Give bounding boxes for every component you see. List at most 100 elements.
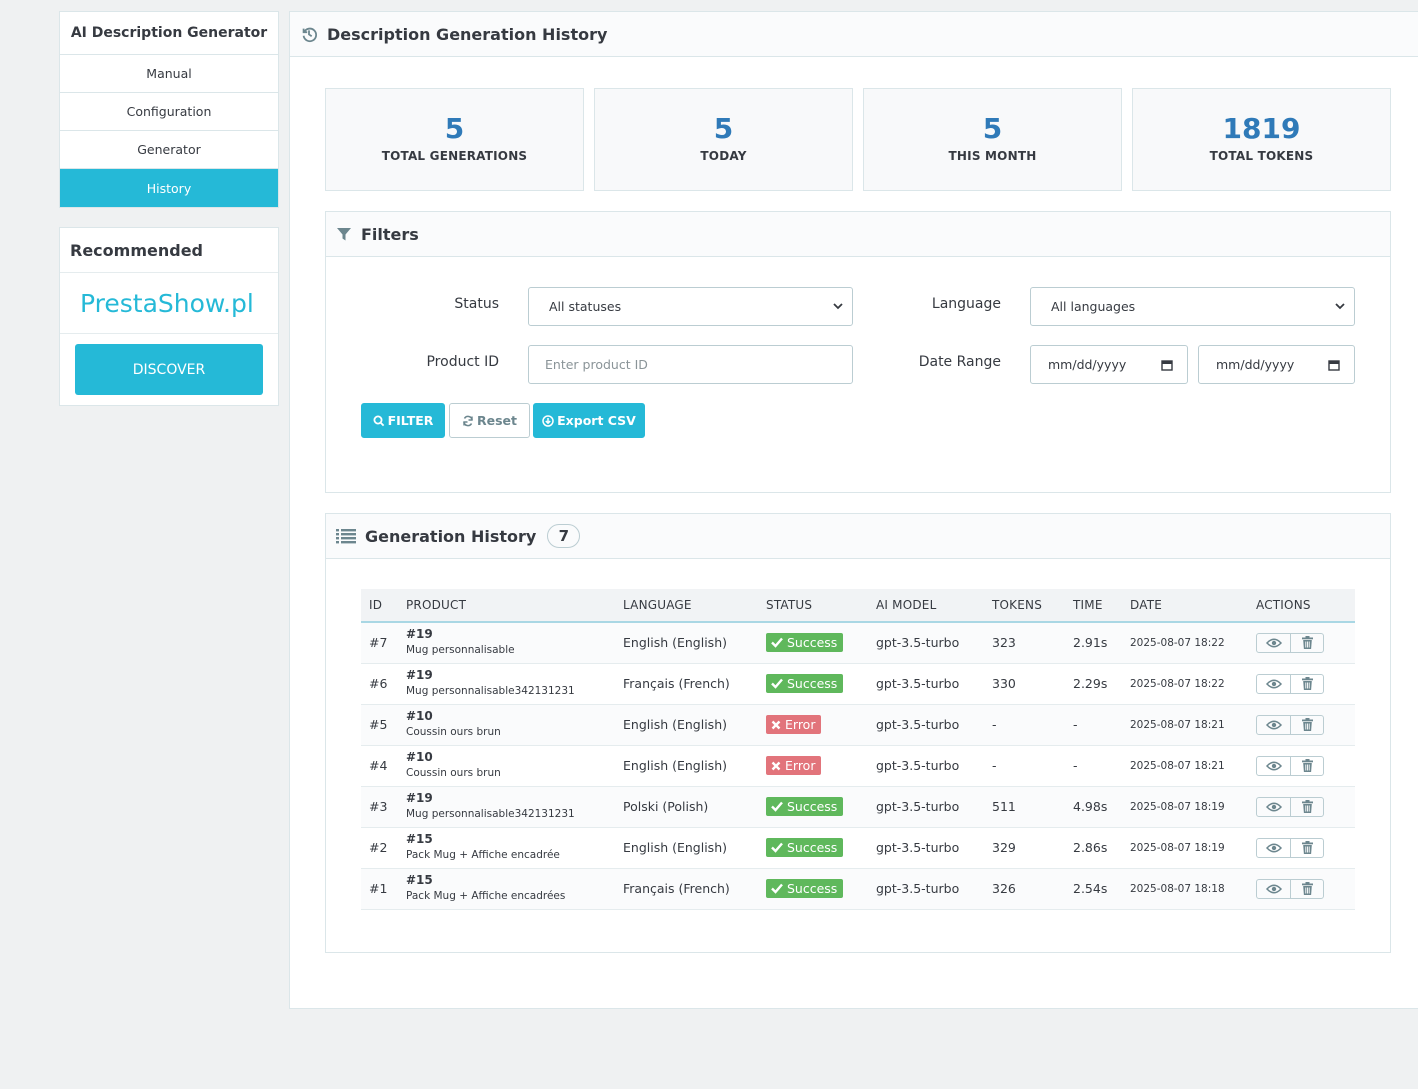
cell-status: Success [758,663,868,705]
menu-item-label: Manual [146,66,192,81]
date-to-input[interactable]: mm/dd/yyyy [1198,345,1355,384]
menu-item-configuration[interactable]: Configuration [60,93,278,131]
list-icon [336,529,356,544]
cell-product: #15 Pack Mug + Affiche encadrée [398,827,615,869]
cell-id: #6 [361,663,398,705]
status-select[interactable]: All statuses [528,287,853,326]
product-id-input[interactable]: Enter product ID [528,345,853,384]
cell-model: gpt-3.5-turbo [868,786,984,828]
status-text: Success [787,799,838,814]
check-icon [771,883,783,894]
calendar-icon[interactable] [1161,359,1173,371]
stat-this-month: 5 THIS MONTH [863,88,1122,191]
table-row: #2 #15 Pack Mug + Affiche encadrée Engli… [361,827,1355,869]
delete-button[interactable] [1290,797,1323,816]
status-label: Status [454,296,499,312]
cell-actions [1248,868,1355,910]
product-id: #19 [406,627,433,642]
view-button[interactable] [1257,634,1290,652]
view-button[interactable] [1257,716,1290,734]
table-row: #6 #19 Mug personnalisable342131231 Fran… [361,663,1355,705]
search-icon [373,415,384,426]
menu-item-label: Generator [137,142,201,157]
stat-today: 5 TODAY [594,88,853,191]
stat-label: THIS MONTH [948,149,1037,163]
export-csv-button[interactable]: Export CSV [533,403,645,438]
eye-icon [1265,679,1282,688]
history-title: Generation History [365,526,537,546]
menu-item-generator[interactable]: Generator [60,131,278,169]
trash-icon [1301,677,1313,690]
row-actions [1256,878,1324,899]
column-header[interactable]: TOKENS [984,589,1065,623]
delete-button[interactable] [1290,674,1323,693]
cell-tokens: 511 [984,786,1065,828]
view-button[interactable] [1257,839,1290,857]
cell-product: #10 Coussin ours brun [398,704,615,746]
product-name: Pack Mug + Affiche encadrée [406,849,560,861]
delete-button[interactable] [1290,756,1323,775]
row-actions [1256,714,1324,735]
brand-logo[interactable]: PrestaShow.pl [60,273,278,334]
trash-icon [1301,841,1313,854]
cell-date: 2025-08-07 18:21 [1122,704,1248,746]
trash-icon [1301,800,1313,813]
calendar-icon[interactable] [1328,359,1340,371]
cell-status: Error [758,745,868,787]
filter-button[interactable]: FILTER [361,403,445,438]
menu-item-manual[interactable]: Manual [60,55,278,93]
cell-id: #4 [361,745,398,787]
row-actions [1256,796,1324,817]
cell-date: 2025-08-07 18:19 [1122,827,1248,869]
reset-button[interactable]: Reset [449,403,530,438]
menu-item-history[interactable]: History [60,169,278,207]
status-text: Success [787,676,838,691]
view-button[interactable] [1257,757,1290,775]
delete-button[interactable] [1290,879,1323,898]
eye-icon [1265,802,1282,811]
column-header[interactable]: AI MODEL [868,589,984,623]
column-header[interactable]: STATUS [758,589,868,623]
funnel-icon [337,228,351,241]
view-button[interactable] [1257,880,1290,898]
product-name: Mug personnalisable342131231 [406,685,575,697]
cell-time: - [1065,745,1122,787]
eye-icon [1265,720,1282,729]
status-badge: Success [766,879,844,898]
history-icon [302,27,317,43]
cell-language: Polski (Polish) [615,786,758,828]
column-header[interactable]: TIME [1065,589,1122,623]
status-badge: Error [766,715,822,734]
delete-button[interactable] [1290,838,1323,857]
cell-product: #19 Mug personnalisable [398,622,615,664]
language-select[interactable]: All languages [1030,287,1355,326]
eye-icon [1265,761,1282,770]
column-header[interactable]: DATE [1122,589,1248,623]
discover-button[interactable]: DISCOVER [75,344,263,395]
status-badge: Success [766,633,844,653]
view-button[interactable] [1257,798,1290,816]
history-header: Generation History 7 [326,514,1390,559]
filters-panel: Filters Status All statuses Language All… [325,211,1391,493]
column-header[interactable]: PRODUCT [398,589,615,623]
date-from-input[interactable]: mm/dd/yyyy [1030,345,1188,384]
product-name: Mug personnalisable342131231 [406,808,575,820]
row-actions [1256,837,1324,858]
column-header[interactable]: ID [361,589,398,623]
delete-button[interactable] [1290,715,1323,734]
cell-language: Français (French) [615,663,758,705]
status-select-value: All statuses [549,299,622,314]
status-badge: Error [766,756,822,775]
status-text: Success [787,881,838,896]
delete-button[interactable] [1290,633,1323,652]
cell-tokens: - [984,704,1065,746]
cell-time: 2.91s [1065,622,1122,664]
status-badge: Success [766,674,844,693]
chevron-down-icon [1335,303,1345,310]
view-button[interactable] [1257,675,1290,693]
x-icon [771,761,781,770]
cell-language: English (English) [615,745,758,787]
cell-status: Success [758,827,868,869]
page-header: Description Generation History [290,12,1418,57]
column-header[interactable]: LANGUAGE [615,589,758,623]
